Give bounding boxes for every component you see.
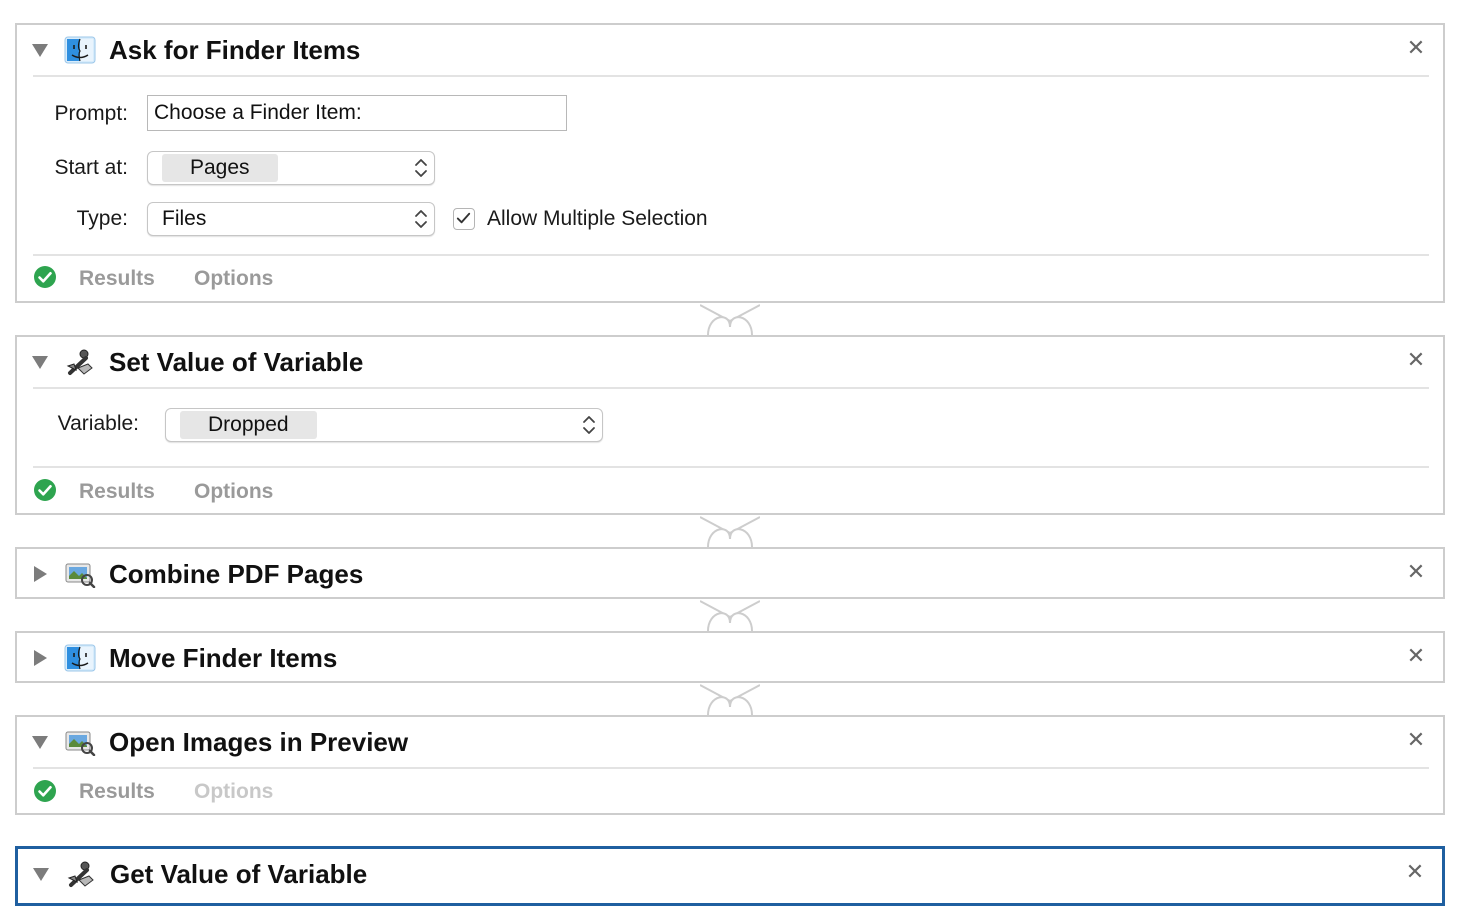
action-title: Move Finder Items [109,643,338,673]
preview-icon [64,560,96,588]
triangle-down-icon[interactable] [31,734,49,750]
variable-icon [65,860,97,888]
finder-icon [64,36,96,64]
action-title: Open Images in Preview [109,727,409,757]
close-icon[interactable]: ✕ [1404,861,1426,883]
divider [33,767,1429,769]
action-header: Get Value of Variable ✕ [18,849,1442,899]
action-header: Combine PDF Pages ✕ [17,549,1443,599]
action-title: Ask for Finder Items [109,35,361,65]
chevron-updown-icon [414,156,428,180]
prompt-input[interactable] [147,95,567,131]
action-open-images-in-preview[interactable]: Open Images in Preview ✕ Results Options [15,715,1445,815]
divider [33,75,1429,77]
close-icon[interactable]: ✕ [1405,37,1427,59]
results-tab[interactable]: Results [79,479,155,505]
triangle-down-icon[interactable] [31,354,49,370]
triangle-down-icon[interactable] [32,866,50,882]
triangle-right-icon[interactable] [31,566,49,582]
close-icon[interactable]: ✕ [1405,729,1427,751]
action-header: Ask for Finder Items ✕ [17,25,1443,75]
green-checkmark-icon [33,478,57,502]
action-ask-for-finder-items[interactable]: Ask for Finder Items ✕ Prompt: Start at:… [15,23,1445,303]
start-at-value: Pages [162,154,278,182]
action-combine-pdf-pages[interactable]: Combine PDF Pages ✕ [15,547,1445,599]
triangle-right-icon[interactable] [31,650,49,666]
action-move-finder-items[interactable]: Move Finder Items ✕ [15,631,1445,683]
chevron-updown-icon [414,207,428,231]
variable-popup[interactable]: Dropped [165,408,603,442]
divider [33,466,1429,468]
divider [33,254,1429,256]
variable-label: Variable: [57,412,139,435]
variable-icon [64,348,96,376]
start-at-popup[interactable]: Pages [147,151,435,185]
action-title: Get Value of Variable [110,859,368,889]
close-icon[interactable]: ✕ [1405,645,1427,667]
chevron-updown-icon [582,413,596,437]
variable-value: Dropped [180,411,317,439]
options-tab[interactable]: Options [194,479,273,505]
type-value: Files [162,207,207,230]
green-checkmark-icon [33,265,57,289]
action-title: Combine PDF Pages [109,559,364,589]
prompt-label: Prompt: [54,102,128,125]
results-tab[interactable]: Results [79,266,155,292]
close-icon[interactable]: ✕ [1405,349,1427,371]
action-header: Move Finder Items ✕ [17,633,1443,683]
start-at-label: Start at: [54,156,128,179]
preview-icon [64,728,96,756]
allow-multiple-label: Allow Multiple Selection [487,207,708,230]
finder-icon [64,644,96,672]
options-tab: Options [194,780,274,803]
divider [33,387,1429,389]
action-set-value-of-variable[interactable]: Set Value of Variable ✕ Variable: Droppe… [15,335,1445,515]
action-header: Open Images in Preview ✕ [17,717,1443,767]
triangle-down-icon[interactable] [31,42,49,58]
type-label: Type: [76,207,128,230]
action-header: Set Value of Variable ✕ [17,337,1443,387]
results-tab[interactable]: Results [79,779,155,805]
action-get-value-of-variable[interactable]: Get Value of Variable ✕ [15,846,1445,906]
close-icon[interactable]: ✕ [1405,561,1427,583]
allow-multiple-checkbox[interactable] [453,208,475,230]
green-checkmark-icon [33,779,57,803]
action-title: Set Value of Variable [109,347,364,377]
options-tab[interactable]: Options [194,266,273,292]
type-popup[interactable]: Files [147,202,435,236]
checkmark-icon [456,212,471,224]
